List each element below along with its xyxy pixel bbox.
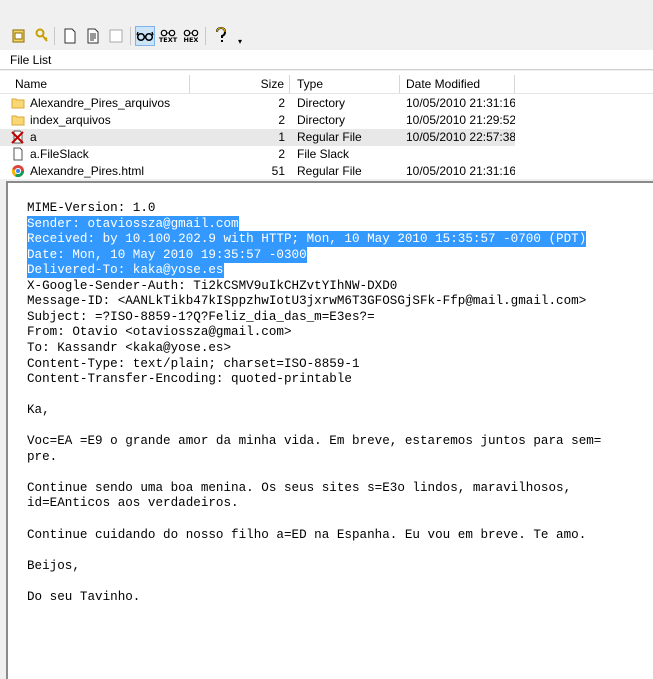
text-line: Message-ID: <AANLkTikb47kISppzhwIotU3jxr… xyxy=(27,294,587,309)
file-type: File Slack xyxy=(297,147,350,161)
text-icon: TEXT xyxy=(159,29,177,44)
highlighted-text-line: Received: by 10.100.202.9 with HTTP; Mon… xyxy=(27,231,587,248)
file-row[interactable]: a.FileSlack 2 File Slack xyxy=(0,146,515,163)
text-line: MIME-Version: 1.0 xyxy=(27,201,156,215)
help-icon xyxy=(216,27,227,42)
text-line: Voc=EA =E9 o grande amor da minha vida. … xyxy=(27,434,602,449)
help-button[interactable] xyxy=(211,26,231,46)
dis-button[interactable] xyxy=(106,26,126,46)
column-header-size[interactable]: Size xyxy=(190,75,290,93)
file-type: Directory xyxy=(297,96,346,110)
text-line: Do seu Tavinho. xyxy=(27,589,141,604)
toolbar-overflow-button[interactable]: ▾ xyxy=(234,26,246,46)
report-button[interactable] xyxy=(83,26,103,46)
evidence-icon xyxy=(12,29,25,43)
text-line: Content-Transfer-Encoding: quoted-printa… xyxy=(27,372,352,387)
file-size: 2 xyxy=(278,147,285,161)
highlighted-text-line: Sender: otaviossza@gmail.com xyxy=(27,215,239,232)
file-date: 10/05/2010 21:31:16 xyxy=(406,96,515,110)
file-size: 51 xyxy=(271,164,285,178)
file-size: 2 xyxy=(278,113,285,127)
text-line: Subject: =?ISO-8859-1?Q?Feliz_dia_das_m=… xyxy=(27,309,375,324)
text-viewer[interactable]: MIME-Version: 1.0 Sender: otaviossza@gmai… xyxy=(6,181,653,679)
toolbar-separator xyxy=(205,27,206,45)
report-icon xyxy=(87,28,99,44)
text-view-button[interactable]: TEXT xyxy=(158,26,178,46)
hex-icon: HEX xyxy=(182,29,200,44)
folder-icon xyxy=(11,115,25,126)
text-line: X-Google-Sender-Auth: Ti2kCSMV9uIkCHZvtY… xyxy=(27,278,398,293)
text-icon-label: TEXT xyxy=(158,35,178,44)
text-line: Beijos, xyxy=(27,558,80,573)
file-size: 1 xyxy=(278,130,285,144)
highlighted-text-line: Date: Mon, 10 May 2010 19:35:57 -0300 xyxy=(27,246,307,263)
toolbar: TEXT HEX ▾ xyxy=(0,0,653,51)
file-list-header: Name Size Type Date Modified xyxy=(0,71,653,94)
file-size: 2 xyxy=(278,96,285,110)
dis-icon xyxy=(109,29,123,43)
deleted-file-icon xyxy=(11,130,24,144)
text-line: pre. xyxy=(27,449,58,464)
view-glasses-button[interactable] xyxy=(135,26,155,46)
file-name: index_arquivos xyxy=(30,113,111,127)
column-header-type[interactable]: Type xyxy=(290,75,400,93)
file-date: 10/05/2010 21:29:52 xyxy=(406,113,515,127)
file-name: Alexandre_Pires.html xyxy=(30,164,145,178)
file-type: Regular File xyxy=(297,164,362,178)
file-icon xyxy=(13,147,23,161)
file-type: Directory xyxy=(297,113,346,127)
file-name: Alexandre_Pires_arquivos xyxy=(30,96,171,110)
column-header-name[interactable]: Name xyxy=(0,75,190,93)
text-line: id=EAnticos aos verdadeiros. xyxy=(27,496,239,511)
file-row[interactable]: Alexandre_Pires.html 51 Regular File 10/… xyxy=(0,163,515,179)
file-date: 10/05/2010 21:31:16 xyxy=(406,164,515,178)
folder-icon xyxy=(11,98,25,109)
text-line: Ka, xyxy=(27,403,50,418)
chrome-icon xyxy=(11,165,24,178)
text-line: Content-Type: text/plain; charset=ISO-88… xyxy=(27,356,360,371)
highlighted-text-line: Delivered-To: kaka@yose.es xyxy=(27,262,224,279)
file-date: 10/05/2010 22:57:38 xyxy=(406,130,515,144)
toolbar-separator xyxy=(54,27,55,45)
hex-view-button[interactable]: HEX xyxy=(181,26,201,46)
text-line: To: Kassandr <kaka@yose.es> xyxy=(27,340,232,355)
file-list-title: File List xyxy=(0,50,653,70)
toolbar-separator xyxy=(130,27,131,45)
hex-icon-label: HEX xyxy=(183,35,199,44)
blank-page-icon xyxy=(64,28,76,44)
file-type: Regular File xyxy=(297,130,362,144)
add-evidence-button[interactable] xyxy=(9,26,29,46)
file-list[interactable]: Name Size Type Date Modified Alexandre_P… xyxy=(0,71,653,179)
text-line: Continue sendo uma boa menina. Os seus s… xyxy=(27,480,572,495)
file-name: a xyxy=(30,130,37,144)
column-header-date[interactable]: Date Modified xyxy=(400,75,515,93)
key-button[interactable] xyxy=(32,26,52,46)
file-row[interactable]: index_arquivos 2 Directory 10/05/2010 21… xyxy=(0,112,515,129)
key-icon xyxy=(35,28,48,42)
glasses-icon xyxy=(136,31,154,42)
new-file-button[interactable] xyxy=(60,26,80,46)
dropdown-arrow-icon: ▾ xyxy=(237,36,242,46)
text-line: From: Otavio <otaviossza@gmail.com> xyxy=(27,325,292,340)
text-line: Continue cuidando do nosso filho a=ED na… xyxy=(27,527,587,542)
file-row[interactable]: Alexandre_Pires_arquivos 2 Directory 10/… xyxy=(0,95,515,112)
file-name: a.FileSlack xyxy=(30,147,89,161)
file-row-selected[interactable]: a 1 Regular File 10/05/2010 22:57:38 xyxy=(0,129,515,146)
